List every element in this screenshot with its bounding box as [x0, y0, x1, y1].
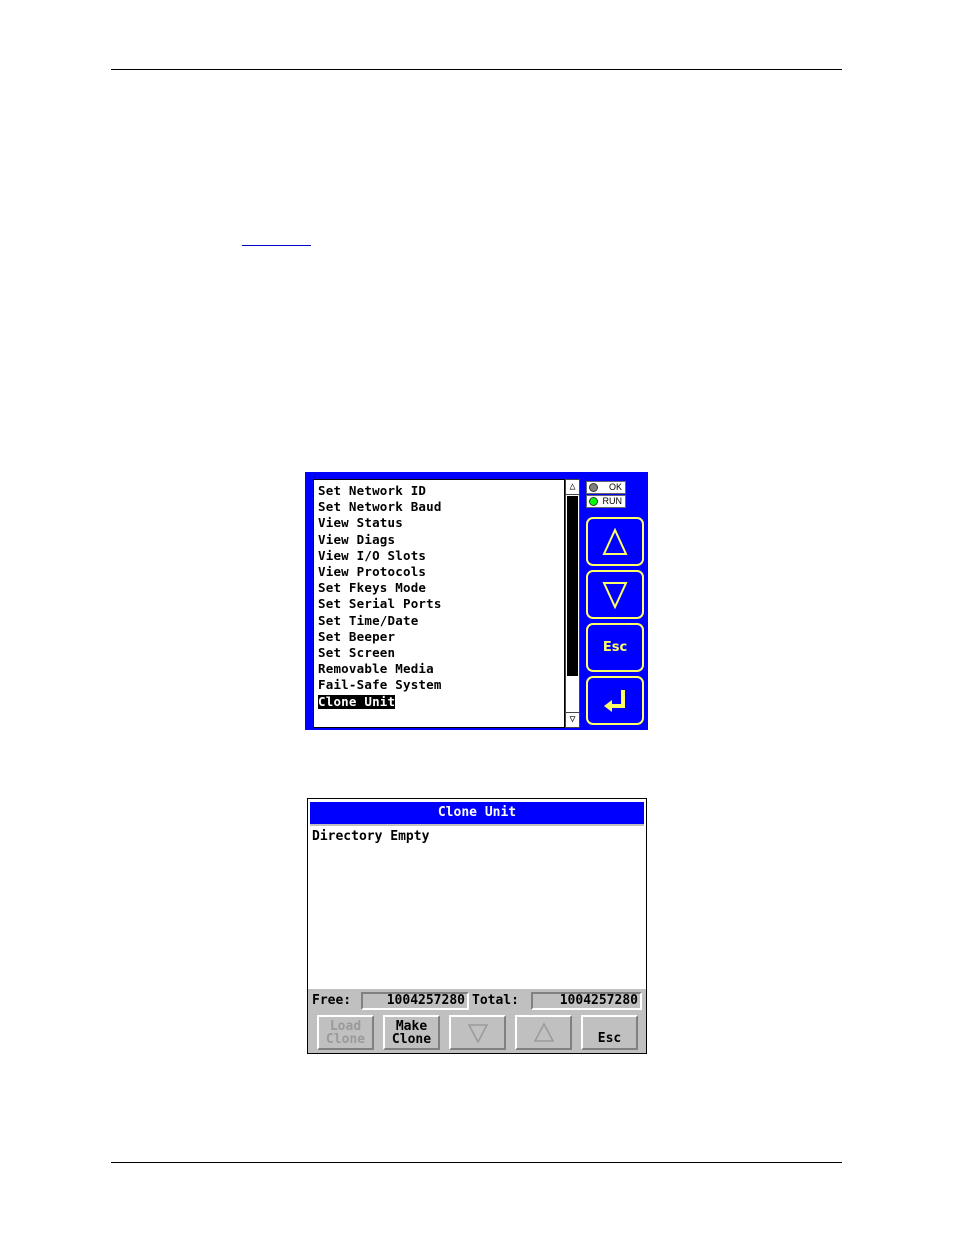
free-value-field: 1004257280 — [361, 992, 469, 1010]
clone-unit-title: Clone Unit — [310, 802, 644, 824]
scroll-down-icon[interactable]: ▽ — [566, 712, 579, 727]
menu-item[interactable]: Set Serial Ports — [318, 597, 442, 611]
scroll-up-button[interactable] — [515, 1015, 572, 1050]
load-clone-button[interactable]: Load Clone — [317, 1015, 374, 1050]
ok-indicator-label: OK — [608, 482, 622, 492]
menu-item[interactable]: Clone Unit — [318, 694, 396, 709]
down-arrow-icon — [467, 1023, 488, 1044]
hyperlink-underline[interactable] — [242, 245, 311, 246]
ok-indicator: OK — [586, 481, 626, 494]
total-label: Total: — [472, 993, 519, 1008]
esc-button[interactable]: Esc — [581, 1015, 638, 1050]
menu-item[interactable]: Set Network Baud — [318, 500, 442, 514]
down-button[interactable] — [586, 570, 644, 619]
enter-button[interactable] — [586, 676, 644, 725]
run-indicator-label: RUN — [602, 496, 623, 506]
run-led-icon — [589, 497, 598, 506]
free-label: Free: — [312, 993, 352, 1008]
menu-item[interactable]: Set Network ID — [318, 484, 426, 498]
scroll-down-button[interactable] — [449, 1015, 506, 1050]
load-clone-line1: Load — [329, 1018, 362, 1034]
total-value-field: 1004257280 — [531, 992, 642, 1010]
menu-item[interactable]: View Diags — [318, 532, 395, 547]
menu-item[interactable]: Set Beeper — [318, 629, 395, 644]
menu-scrollbar[interactable]: △ ▽ — [565, 479, 580, 728]
up-arrow-icon — [602, 527, 628, 555]
menu-item[interactable]: Set Fkeys Mode — [318, 581, 426, 595]
up-button[interactable] — [586, 517, 644, 566]
menu-item[interactable]: Removable Media — [318, 662, 434, 676]
make-clone-line2: Clone — [391, 1031, 432, 1047]
up-arrow-icon — [533, 1021, 554, 1042]
scrollbar-thumb[interactable] — [567, 496, 578, 676]
clone-bottom-panel: Free: 1004257280 Total: 1004257280 Load … — [308, 989, 646, 1053]
down-arrow-icon — [602, 581, 628, 609]
title-divider — [310, 824, 644, 826]
make-clone-line1: Make — [395, 1018, 428, 1034]
make-clone-button[interactable]: Make Clone — [383, 1015, 440, 1050]
load-clone-line2: Clone — [325, 1031, 366, 1047]
menu-item[interactable]: View Status — [318, 516, 403, 530]
menu-item[interactable]: Set Screen — [318, 646, 395, 660]
menu-item[interactable]: Fail-Safe System — [318, 678, 442, 692]
menu-item[interactable]: Set Time/Date — [318, 613, 418, 628]
esc-button-label: Esc — [597, 1031, 622, 1046]
esc-button-label: Esc — [602, 640, 628, 655]
scroll-up-icon[interactable]: △ — [566, 480, 579, 495]
system-menu-screen: Set Network ID Set Network Baud View Statu… — [305, 472, 648, 730]
system-menu-list: Set Network ID Set Network Baud View Statu… — [313, 479, 565, 728]
clone-unit-screen: Clone Unit Directory Empty Free: 1004257… — [307, 798, 647, 1054]
run-indicator: RUN — [586, 495, 626, 508]
menu-item[interactable]: View Protocols — [318, 565, 426, 579]
footer-rule — [111, 1162, 842, 1163]
menu-item[interactable]: View I/O Slots — [318, 548, 426, 563]
header-rule — [111, 69, 842, 70]
ok-led-icon — [589, 483, 598, 492]
directory-status-text: Directory Empty — [312, 829, 430, 844]
enter-icon — [604, 689, 625, 712]
esc-button[interactable]: Esc — [586, 623, 644, 672]
